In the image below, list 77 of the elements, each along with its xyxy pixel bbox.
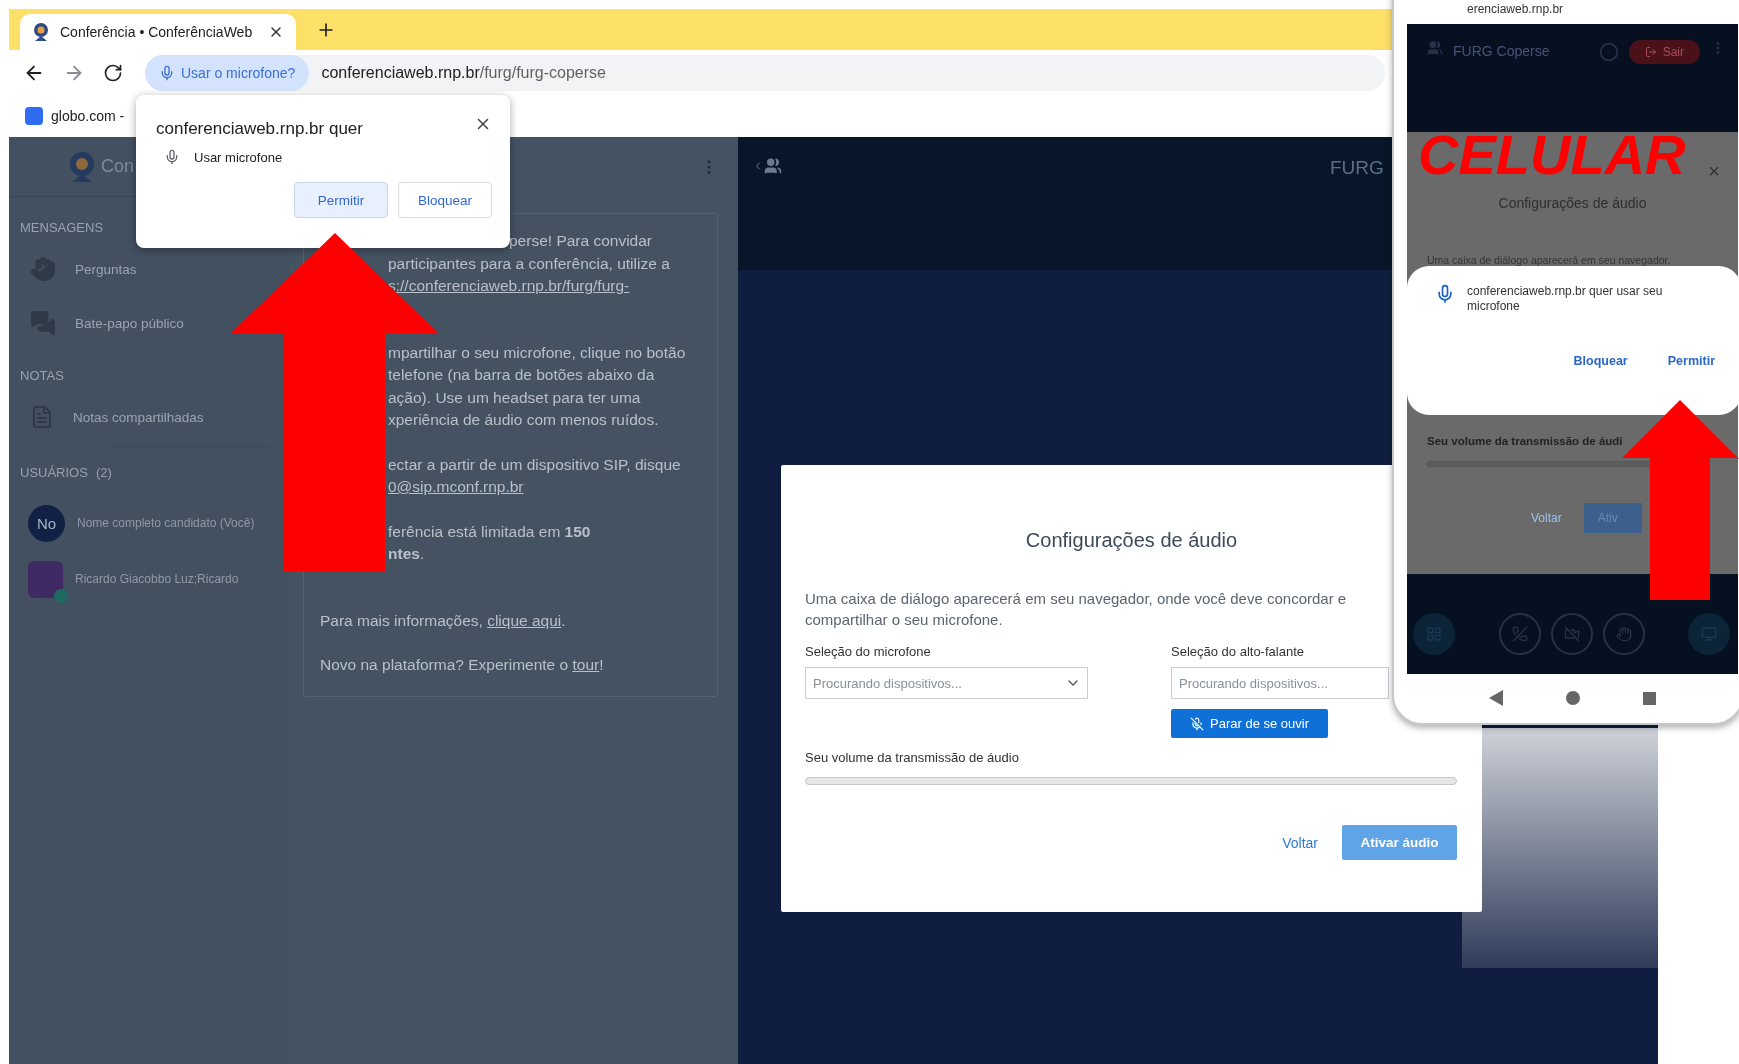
welcome-text-line: telefone (na barra de botões abaixo da	[388, 365, 656, 385]
phone-permission-button[interactable]: Bloquear	[1573, 354, 1628, 368]
sidebar-item[interactable]: Notas compartilhadas	[9, 390, 214, 444]
microphone-icon	[1435, 284, 1455, 304]
microphone-badge	[54, 588, 68, 603]
bookmark-link[interactable]: globo.com -	[51, 108, 125, 124]
dialog-description: Uma caixa de diálogo aparecerá em seu navegador, onde você deve concordar e	[805, 589, 1348, 609]
address-bar[interactable]: Usar o microfone? conferenciaweb.rnp.br/furg/furg-coperse	[145, 54, 1385, 91]
welcome-text-line: mpartilhar o seu microfone, clique no botão	[388, 342, 687, 363]
welcome-text-line: Novo na plataforma? Experimente o tour!	[320, 655, 605, 675]
welcome-text-line: ectar a partir de um dispositivo SIP, disque	[388, 454, 682, 475]
welcome-text-line: participantes para a conferência, utilize a	[388, 253, 671, 274]
phone-off-icon	[1511, 626, 1528, 642]
dialog-title: Configurações de áudio	[1024, 529, 1239, 552]
phone-close-button[interactable]: ×	[1708, 160, 1720, 184]
phone-address-text: erenciaweb.rnp.br	[1466, 1, 1565, 18]
reload-icon[interactable]	[103, 62, 123, 83]
welcome-text-line: Para mais informações, clique aqui.	[320, 610, 567, 631]
dialog-description: compartilhar o seu microfone.	[805, 610, 1004, 630]
webcam-logo-icon	[67, 150, 97, 183]
phone-dialog-title: Configurações de áudio	[1497, 195, 1648, 213]
link[interactable]: s://conferenciaweb.rnp.br/furg/furg-	[388, 277, 630, 294]
monitor-icon	[1701, 626, 1717, 642]
permission-button[interactable]: Bloquear	[398, 182, 492, 218]
stop-listening-button[interactable]: Parar de se ouvir	[1171, 709, 1328, 738]
welcome-text-line: ntes.	[388, 544, 426, 564]
section-title: USUÁRIOS	[20, 464, 88, 480]
browser-tab[interactable]: Conferência • ConferênciaWeb	[20, 14, 296, 50]
user-name[interactable]: Nome completo candidato (Você)	[77, 516, 255, 530]
bookmark-favicon-icon	[25, 107, 43, 125]
field-label: Seleção do alto-falante	[1171, 644, 1305, 659]
user-avatar: No	[28, 504, 65, 542]
note-icon	[30, 405, 54, 429]
back-link[interactable]: Voltar	[1282, 834, 1318, 851]
volume-label: Seu volume da transmissão de áudio	[805, 750, 1020, 765]
phone-caption: CELULAR	[1418, 122, 1686, 187]
microphone-permission-chip[interactable]: Usar o microfone?	[145, 54, 310, 91]
user-name[interactable]: Ricardo Giacobbo Luz;Ricardo	[75, 572, 239, 586]
popup-title: conferenciaweb.rnp.br quer	[156, 119, 363, 139]
users-icon	[1427, 40, 1443, 56]
logo-text: Con	[101, 156, 135, 177]
hand-icon	[1615, 626, 1632, 642]
webcam-logo-icon	[32, 22, 50, 42]
section-title: NOTAS	[20, 367, 64, 383]
recents-nav-icon[interactable]	[1643, 691, 1657, 705]
phone-permission-button[interactable]: Permitir	[1667, 354, 1715, 368]
phone-back-link[interactable]: Voltar	[1531, 511, 1562, 525]
welcome-text-line: xperiência de áudio com menos ruídos.	[388, 410, 660, 430]
leave-button[interactable]: Sair	[1628, 40, 1700, 64]
welcome-text-line: perse! Para convidar	[508, 231, 654, 251]
section-title: MENSAGENS	[20, 219, 104, 235]
permission-button[interactable]: Permitir	[294, 182, 388, 218]
hand-icon	[30, 256, 56, 282]
field-label: Seleção do microfone	[805, 644, 932, 659]
microphone-icon	[164, 149, 180, 165]
sidebar-item[interactable]: Bate-papo público	[9, 296, 194, 350]
back-nav-icon[interactable]	[1488, 690, 1503, 706]
chat-icon	[30, 310, 56, 336]
camera-off-icon	[1563, 626, 1580, 642]
microphone-select[interactable]: Procurando dispositivos...	[805, 667, 1088, 699]
home-nav-icon[interactable]	[1566, 691, 1580, 705]
phone-volume-label: Seu volume da transmissão de áudi	[1426, 435, 1624, 449]
permission-text: Usar microfone	[194, 149, 283, 165]
grid-icon	[1426, 626, 1442, 642]
phone-meeting-title: FURG Coperse	[1453, 43, 1550, 59]
exit-icon	[1644, 46, 1657, 58]
welcome-text-line: ferência está limitada em 150	[388, 521, 592, 542]
microphone-off-icon	[1190, 716, 1204, 731]
phone-permission-text: conferenciaweb.rnp.br quer usar seu microfone	[1467, 284, 1664, 314]
link[interactable]: 0@sip.mconf.rnp.br	[388, 478, 524, 495]
meeting-title: FURG	[1330, 157, 1384, 179]
microphone-icon	[159, 64, 175, 81]
welcome-text-line: ação). Use um headset para ter uma	[388, 387, 642, 408]
sidebar-item[interactable]: Perguntas	[9, 242, 147, 296]
url-text: conferenciaweb.rnp.br/furg/furg-coperse	[321, 63, 606, 82]
user-count: (2)	[95, 464, 112, 480]
speaker-select[interactable]: Procurando dispositivos...	[1171, 667, 1389, 699]
